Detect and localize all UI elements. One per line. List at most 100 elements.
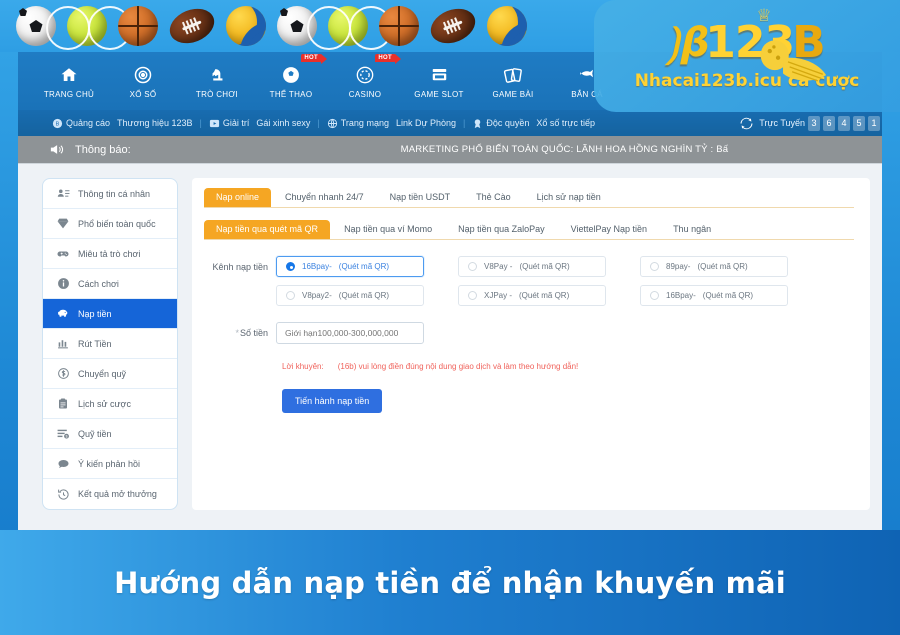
nav-label: GAME SLOT bbox=[414, 90, 464, 99]
channel-note: (Quét mã QR) bbox=[519, 291, 570, 300]
amount-row: *Số tiền bbox=[204, 322, 854, 344]
caption-text: Hướng dẫn nạp tiền để nhận khuyến mãi bbox=[114, 565, 786, 600]
website-screenshot: TRANG CHỦ XỔ SỐ TRÒ CHƠI HOT THỂ THAO HO… bbox=[18, 52, 882, 530]
subnav-link-du-phong[interactable]: Link Dự Phòng bbox=[396, 118, 456, 128]
svg-text:B: B bbox=[56, 121, 60, 127]
subnav-gai-xinh[interactable]: Gái xinh sexy bbox=[256, 118, 310, 128]
advice-text: Lời khuyên: (16b) vui lòng điền đúng nội … bbox=[282, 362, 854, 371]
tab-lich-su-nap-tien[interactable]: Lịch sử nạp tiền bbox=[525, 188, 613, 207]
nav-item-tro-choi[interactable]: TRÒ CHƠI bbox=[180, 63, 254, 99]
channel-name: XJPay - bbox=[484, 291, 513, 300]
subnav-thuong-hieu[interactable]: Thương hiệu 123B bbox=[117, 118, 192, 128]
sidebar-item-label: Ý kiến phản hồi bbox=[78, 458, 141, 469]
slot-machine-icon bbox=[402, 63, 476, 87]
sidebar-item-quy-tien[interactable]: $ Quỹ tiền bbox=[43, 419, 177, 449]
online-counter: Trực Tuyến 3 6 4 5 1 bbox=[740, 115, 882, 131]
chat-bubble-icon bbox=[56, 458, 70, 470]
play-video-icon bbox=[209, 118, 220, 129]
nav-label: XỔ SỐ bbox=[129, 90, 157, 99]
channel-label: Kênh nạp tiền bbox=[212, 262, 268, 272]
channel-option-16bpay-1[interactable]: 16Bpay- (Quét mã QR) bbox=[276, 256, 424, 277]
channel-option-v8pay2[interactable]: V8pay2- (Quét mã QR) bbox=[276, 285, 424, 306]
sidebar-item-chuyen-quy[interactable]: Chuyển quỹ bbox=[43, 359, 177, 389]
submit-deposit-button[interactable]: Tiến hành nạp tiền bbox=[282, 389, 383, 413]
secondary-tabs: Nạp tiền qua quét mã QR Nạp tiền qua ví … bbox=[204, 218, 854, 240]
american-football-icon bbox=[425, 2, 481, 50]
channel-option-xjpay[interactable]: XJPay - (Quét mã QR) bbox=[458, 285, 606, 306]
online-digit: 5 bbox=[853, 115, 865, 131]
sidebar-item-thong-tin-ca-nhan[interactable]: Thông tin cá nhân bbox=[43, 179, 177, 209]
brand-logo-overlay: ⟯β 123 B ♕ Nhacai123b.icu cá cược bbox=[594, 0, 900, 112]
chess-knight-icon bbox=[180, 63, 254, 87]
hot-badge: HOT bbox=[301, 54, 327, 64]
sidebar-item-label: Phổ biến toàn quốc bbox=[78, 218, 156, 229]
subnav-giai-tri[interactable]: Giải trí bbox=[209, 118, 249, 129]
radio-icon[interactable] bbox=[650, 291, 659, 300]
channel-note: (Quét mã QR) bbox=[702, 291, 754, 300]
subnav-quang-cao[interactable]: B Quảng cáo bbox=[52, 118, 110, 129]
casino-chip-icon bbox=[328, 63, 402, 87]
nav-item-trang-chu[interactable]: TRANG CHỦ bbox=[32, 63, 106, 99]
nav-label: CASINO bbox=[348, 90, 382, 99]
sidebar-item-ket-qua-mo-thuong[interactable]: Kết quả mở thưởng bbox=[43, 479, 177, 509]
tab-thu-ngan[interactable]: Thu ngân bbox=[661, 220, 723, 239]
radio-icon[interactable] bbox=[468, 262, 477, 271]
nav-item-game-slot[interactable]: GAME SLOT bbox=[402, 63, 476, 99]
channel-option-v8pay[interactable]: V8Pay - (Quét mã QR) bbox=[458, 256, 606, 277]
radio-icon[interactable] bbox=[286, 262, 295, 271]
channel-note: (Quét mã QR) bbox=[697, 262, 748, 271]
sidebar-item-pho-bien-toan-quoc[interactable]: Phổ biến toàn quốc bbox=[43, 209, 177, 239]
nav-item-the-thao[interactable]: HOT THỂ THAO bbox=[254, 54, 328, 99]
sidebar-item-cach-choi[interactable]: Cách chơi bbox=[43, 269, 177, 299]
basketball-icon bbox=[379, 6, 419, 46]
tab-nap-online[interactable]: Nạp online bbox=[204, 188, 272, 207]
secondary-navigation: B Quảng cáo Thương hiệu 123B | Giải trí … bbox=[18, 110, 882, 136]
tab-quet-ma-qr[interactable]: Nạp tiền qua quét mã QR bbox=[204, 220, 331, 239]
primary-tabs: Nạp online Chuyển nhanh 24/7 Nạp tiền US… bbox=[204, 186, 854, 208]
sidebar-item-mieu-ta-tro-choi[interactable]: Miêu tả trò chơi bbox=[43, 239, 177, 269]
globe-icon bbox=[327, 118, 338, 129]
subnav-doc-quyen[interactable]: Độc quyền bbox=[472, 118, 529, 129]
channel-name: 89pay- bbox=[666, 262, 691, 271]
channel-name: V8pay2- bbox=[302, 291, 332, 300]
nav-item-casino[interactable]: HOT CASINO bbox=[328, 54, 402, 99]
sidebar-item-label: Rút Tiền bbox=[78, 338, 112, 349]
volleyball-icon bbox=[487, 6, 527, 46]
sidebar-item-y-kien-phan-hoi[interactable]: Ý kiến phản hồi bbox=[43, 449, 177, 479]
radio-icon[interactable] bbox=[468, 291, 477, 300]
sidebar-item-label: Chuyển quỹ bbox=[78, 368, 127, 379]
refresh-icon bbox=[740, 117, 753, 130]
sidebar-item-label: Lịch sử cược bbox=[78, 398, 131, 409]
nav-label: GAME BÀI bbox=[492, 90, 534, 99]
advice-key: Lời khuyên: bbox=[282, 362, 324, 371]
sidebar-item-rut-tien[interactable]: Rút Tiền bbox=[43, 329, 177, 359]
sidebar-item-nap-tien[interactable]: Nạp tiền bbox=[43, 299, 177, 329]
channel-note: (Quét mã QR) bbox=[338, 291, 390, 300]
tab-vi-momo[interactable]: Nạp tiền qua ví Momo bbox=[332, 220, 444, 239]
diamond-icon bbox=[56, 217, 70, 230]
online-label: Trực Tuyến bbox=[759, 118, 805, 128]
channel-option-89pay[interactable]: 89pay- (Quét mã QR) bbox=[640, 256, 788, 277]
award-ribbon-icon bbox=[472, 118, 483, 129]
deposit-panel: Nạp online Chuyển nhanh 24/7 Nạp tiền US… bbox=[192, 178, 870, 510]
tab-the-cao[interactable]: Thẻ Cào bbox=[464, 188, 523, 207]
announcement-bar: Thông báo: MARKETING PHỔ BIẾN TOÀN QUỐC:… bbox=[18, 136, 882, 164]
nav-item-game-bai[interactable]: GAME BÀI bbox=[476, 63, 550, 99]
sidebar-item-lich-su-cuoc[interactable]: Lịch sử cược bbox=[43, 389, 177, 419]
funds-list-icon: $ bbox=[56, 427, 70, 440]
history-clock-icon bbox=[56, 488, 70, 501]
content-area: Thông tin cá nhân Phổ biến toàn quốc Miê… bbox=[18, 164, 882, 510]
subnav-trang-mang[interactable]: Trang mạng bbox=[327, 118, 389, 129]
nav-item-xo-so[interactable]: XỔ SỐ bbox=[106, 63, 180, 99]
amount-input[interactable] bbox=[276, 322, 424, 344]
channel-option-16bpay-2[interactable]: 16Bpay- (Quét mã QR) bbox=[640, 285, 788, 306]
tab-viettelpay[interactable]: ViettelPay Nạp tiền bbox=[559, 220, 659, 239]
tab-zalopay[interactable]: Nạp tiền qua ZaloPay bbox=[446, 220, 557, 239]
dollar-circle-icon bbox=[56, 367, 70, 380]
radio-icon[interactable] bbox=[286, 291, 295, 300]
tab-nap-tien-usdt[interactable]: Nạp tiền USDT bbox=[378, 188, 463, 207]
subnav-xo-so-truc-tiep[interactable]: Xổ số trực tiếp bbox=[536, 118, 595, 128]
tab-chuyen-nhanh[interactable]: Chuyển nhanh 24/7 bbox=[273, 188, 376, 207]
radio-icon[interactable] bbox=[650, 262, 659, 271]
subnav-label: Độc quyền bbox=[486, 118, 530, 128]
